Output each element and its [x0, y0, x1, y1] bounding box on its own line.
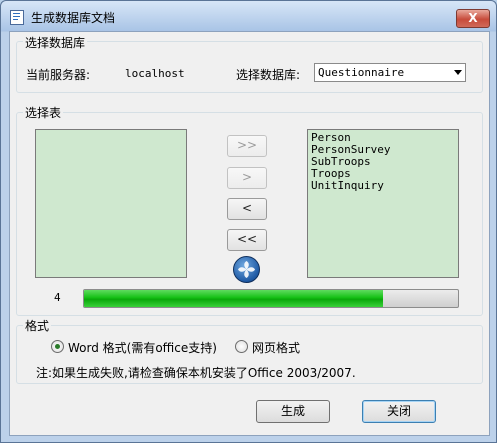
selected-tables-list[interactable]: Person PersonSurvey SubTroops Troops UnitInq… [307, 129, 459, 278]
word-format-radio[interactable] [51, 340, 64, 353]
window-title: 生成数据库文档 [31, 11, 116, 25]
server-label: 当前服务器: [26, 68, 91, 82]
database-group-label: 选择数据库 [23, 34, 88, 51]
remove-one-button[interactable]: < [227, 198, 267, 220]
spinner-logo-icon [233, 256, 260, 283]
close-button[interactable]: 关闭 [362, 400, 436, 423]
progress-bar-fill [84, 290, 384, 307]
list-item[interactable]: UnitInquiry [311, 180, 390, 192]
database-select-value: Questionnaire [318, 66, 405, 79]
title-bar[interactable]: 生成数据库文档 X [1, 1, 496, 31]
close-window-button[interactable]: X [456, 9, 490, 28]
chevron-down-icon[interactable] [454, 70, 462, 75]
progress-bar [83, 289, 459, 308]
progress-count: 4 [54, 291, 61, 304]
dialog-body: 选择数据库 当前服务器: localhost 选择数据库: Questionna… [9, 31, 490, 436]
word-format-label[interactable]: Word 格式(需有office支持) [68, 339, 217, 356]
generate-button[interactable]: 生成 [256, 400, 330, 423]
selected-tables-items: Person PersonSurvey SubTroops Troops UnitInq… [311, 132, 390, 192]
add-all-button[interactable]: >> [227, 135, 267, 157]
web-format-label[interactable]: 网页格式 [252, 339, 300, 356]
format-group-label: 格式 [23, 317, 52, 334]
database-select-label: 选择数据库: [236, 68, 301, 82]
table-group-label: 选择表 [23, 104, 64, 121]
note-text: 注:如果生成失败,请检查确保本机安装了Office 2003/2007. [36, 366, 356, 380]
dialog-window: 生成数据库文档 X 选择数据库 当前服务器: localhost 选择数据库: … [0, 0, 497, 443]
add-one-button[interactable]: > [227, 167, 267, 189]
available-tables-list[interactable] [35, 129, 187, 278]
web-format-radio[interactable] [235, 340, 248, 353]
remove-all-button[interactable]: << [227, 229, 267, 251]
server-value: localhost [125, 67, 185, 80]
database-select[interactable]: Questionnaire [314, 63, 466, 82]
document-icon [10, 10, 24, 25]
